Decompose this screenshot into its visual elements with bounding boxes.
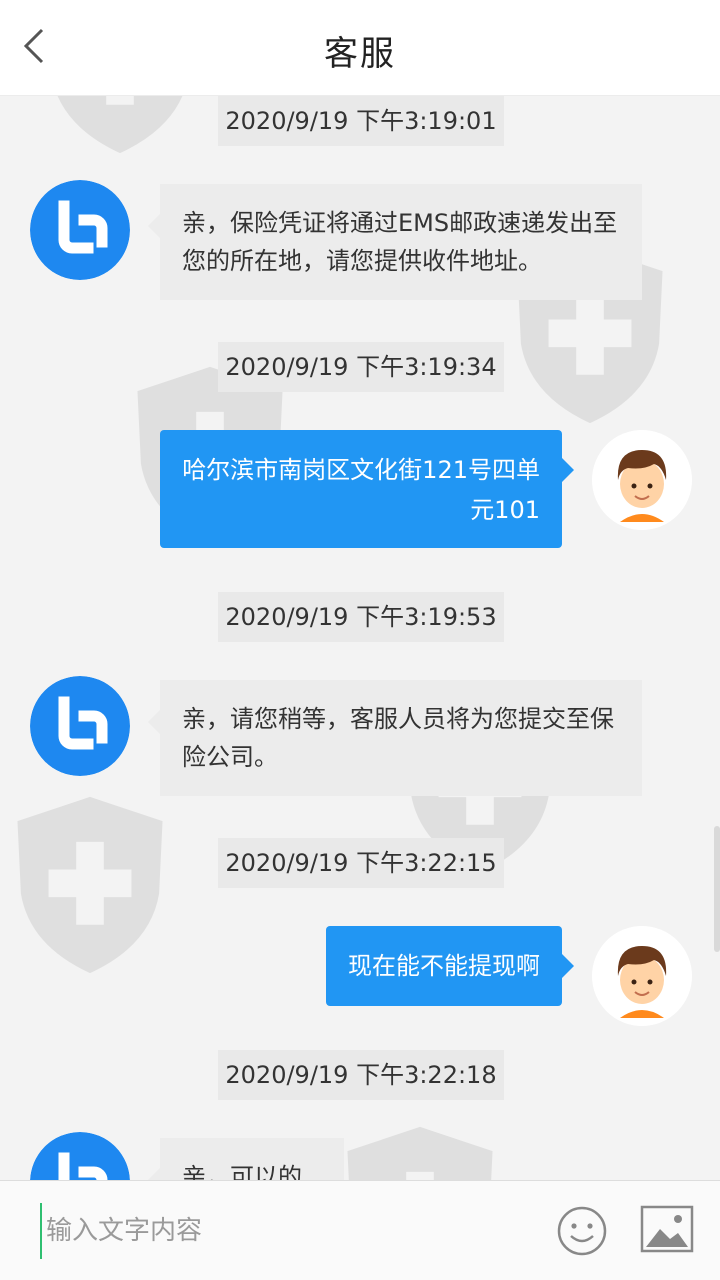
- service-logo-icon: [30, 1132, 130, 1180]
- service-logo-icon: [30, 180, 130, 280]
- smiley-icon[interactable]: [556, 1205, 608, 1257]
- user-avatar: [592, 430, 692, 530]
- message-timestamp: 2020/9/19 下午3:19:34: [218, 342, 504, 392]
- message-timestamp: 2020/9/19 下午3:19:01: [218, 96, 504, 146]
- message-timestamp: 2020/9/19 下午3:22:18: [218, 1050, 504, 1100]
- user-message-bubble: 现在能不能提现啊: [326, 926, 574, 1006]
- boy-avatar-icon: [592, 430, 692, 530]
- scrollbar-handle[interactable]: [714, 826, 720, 952]
- user-avatar: [592, 926, 692, 1026]
- agent-message-bubble: 亲，请您稍等，客服人员将为您提交至保 险公司。: [148, 680, 642, 796]
- image-icon[interactable]: [640, 1205, 694, 1253]
- chat-message-list[interactable]: 2020/9/19 下午3:19:01 亲，保险凭证将通过EMS邮政速递发出至 …: [0, 96, 720, 1180]
- boy-avatar-icon: [592, 926, 692, 1026]
- message-line: 您的所在地，请您提供收件地址。: [182, 247, 542, 275]
- app-header: 客服: [0, 0, 720, 96]
- service-logo-icon: [30, 676, 130, 776]
- message-line: 哈尔滨市南岗区文化街121号四单: [182, 456, 540, 484]
- agent-avatar: [30, 676, 130, 776]
- message-line: 元101: [470, 496, 540, 524]
- agent-message-bubble: 亲，可以的: [148, 1138, 344, 1180]
- agent-avatar: [30, 180, 130, 280]
- message-line: 险公司。: [182, 743, 278, 771]
- message-timestamp: 2020/9/19 下午3:19:53: [218, 592, 504, 642]
- agent-avatar: [30, 1132, 130, 1180]
- message-line: 亲，可以的: [182, 1163, 302, 1180]
- message-timestamp: 2020/9/19 下午3:22:15: [218, 838, 504, 888]
- message-input-bar: [0, 1180, 720, 1280]
- message-input[interactable]: [40, 1203, 520, 1259]
- message-line: 亲，请您稍等，客服人员将为您提交至保: [182, 705, 614, 733]
- agent-message-bubble: 亲，保险凭证将通过EMS邮政速递发出至 您的所在地，请您提供收件地址。: [148, 184, 642, 300]
- page-title: 客服: [324, 34, 396, 74]
- message-line: 亲，保险凭证将通过EMS邮政速递发出至: [182, 209, 618, 237]
- user-message-bubble: 哈尔滨市南岗区文化街121号四单 元101: [160, 430, 574, 548]
- message-line: 现在能不能提现啊: [348, 952, 540, 980]
